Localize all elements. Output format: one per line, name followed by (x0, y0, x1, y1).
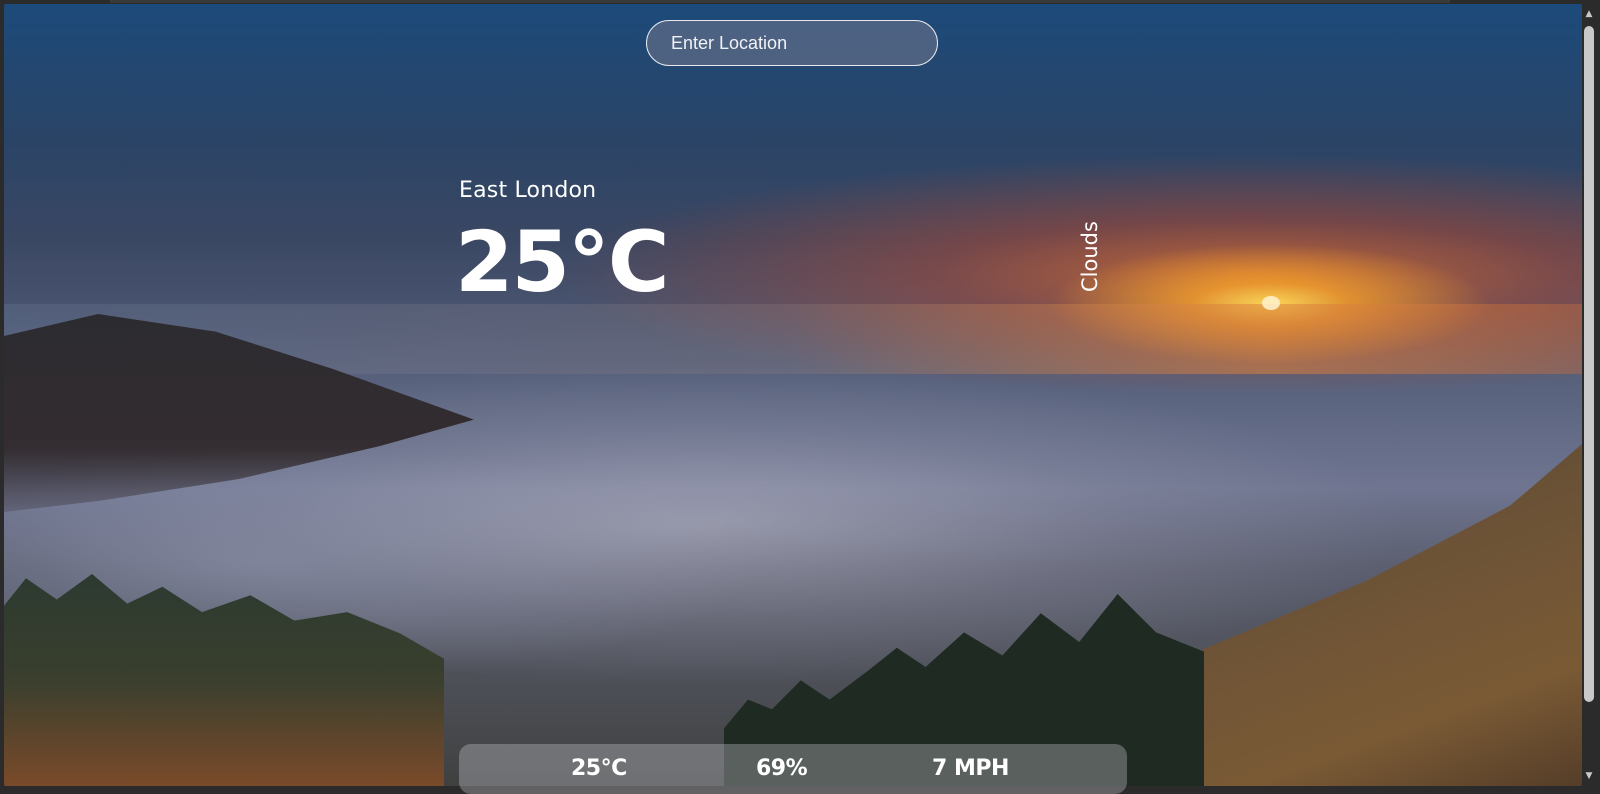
humidity-value: 69% (756, 756, 808, 781)
window-top-strip (110, 0, 1450, 3)
browser-window: East London 25°C Clouds 25°C 69% 7 MPH ▲… (0, 0, 1600, 794)
wind-speed-value: 7 MPH (932, 756, 1009, 781)
feels-like-value: 25°C (571, 756, 627, 781)
weather-description: Clouds (1078, 221, 1102, 292)
weather-app-viewport (4, 4, 1582, 786)
background-sun (1262, 296, 1280, 310)
city-name: East London (459, 178, 597, 203)
current-temperature: 25°C (455, 213, 670, 311)
vertical-scrollbar-thumb[interactable] (1584, 26, 1594, 702)
scroll-down-arrow-icon[interactable]: ▼ (1584, 770, 1594, 782)
location-search-input[interactable] (646, 20, 938, 66)
scroll-up-arrow-icon[interactable]: ▲ (1584, 8, 1594, 20)
weather-stats-panel: 25°C 69% 7 MPH (459, 744, 1127, 794)
